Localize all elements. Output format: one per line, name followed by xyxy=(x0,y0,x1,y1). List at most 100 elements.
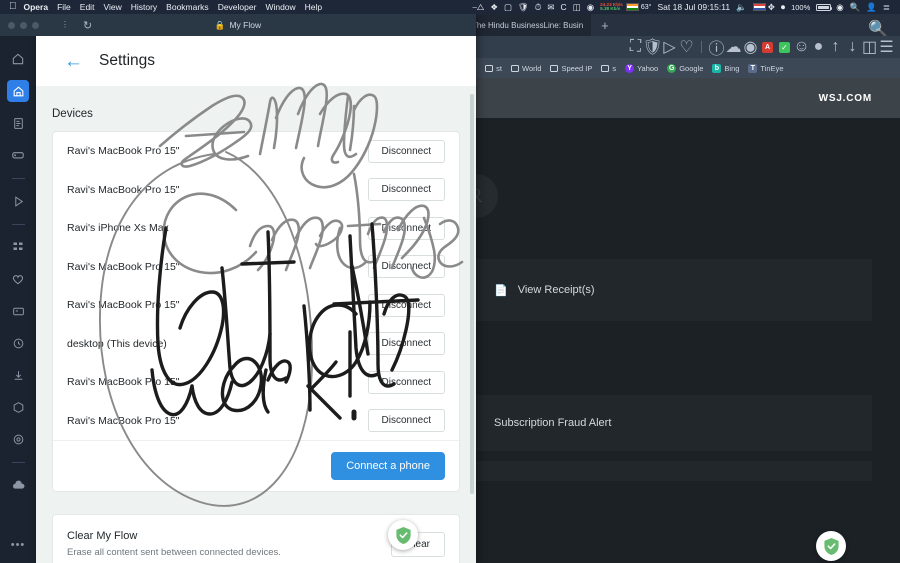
user-icon[interactable]: 👤 xyxy=(866,2,877,13)
macos-menubar:  Opera File Edit View History Bookmarks… xyxy=(0,0,900,14)
sidebar-item-extensions[interactable] xyxy=(7,396,29,418)
cloud-icon[interactable]: ☁ xyxy=(726,39,742,56)
chat-icon[interactable]: ✉ xyxy=(547,2,554,13)
heart-icon[interactable]: ♡ xyxy=(679,39,693,56)
toggle-icon[interactable]: ◫ xyxy=(862,39,877,56)
control-center-icon[interactable]: ≣ xyxy=(883,2,890,13)
menu-edit[interactable]: Edit xyxy=(80,2,95,12)
menu-app-name[interactable]: Opera xyxy=(24,2,49,12)
camera-icon[interactable]: ⛶ xyxy=(630,38,641,55)
fraud-alert-card[interactable]: Subscription Fraud Alert xyxy=(476,395,872,451)
clock-icon[interactable]: ⏱ xyxy=(535,2,542,13)
battery-icon[interactable] xyxy=(816,3,833,11)
sidebar-item-home[interactable] xyxy=(7,48,29,70)
bookmark-item[interactable]: st xyxy=(485,64,502,73)
opera-icon[interactable]: ◉ xyxy=(836,2,843,13)
adguard-badge-panel[interactable] xyxy=(388,520,418,550)
disconnect-button[interactable]: Disconnect xyxy=(367,293,445,317)
menu-window[interactable]: Window xyxy=(265,2,295,12)
bookmark-item[interactable]: Y Yahoo xyxy=(625,63,658,73)
folder-icon xyxy=(601,64,610,72)
send-icon[interactable]: ▷ xyxy=(663,39,675,56)
bookmark-label: Speed IP xyxy=(561,63,593,73)
google-icon: G xyxy=(667,63,677,73)
new-tab-button[interactable]: + xyxy=(601,19,609,32)
shield-icon[interactable]: 🛡 xyxy=(642,39,662,56)
table-row: Ravi's iPhone Xs Max Disconnect xyxy=(53,209,459,248)
menu-history[interactable]: History xyxy=(131,2,157,12)
toolbar-divider xyxy=(701,41,702,53)
apple-icon[interactable]:  xyxy=(9,2,17,12)
sidebar-item-messenger[interactable] xyxy=(7,300,29,322)
wifi-icon[interactable]: ⏺ xyxy=(781,2,785,13)
download-icon[interactable]: ↓ xyxy=(847,38,858,55)
sidebar-divider xyxy=(11,224,25,225)
copy-icon[interactable]: C xyxy=(561,2,567,12)
card-label: View Receipt(s) xyxy=(517,284,595,296)
sidebar-item-history[interactable] xyxy=(7,332,29,354)
table-row: Ravi's MacBook Pro 15" Disconnect xyxy=(53,132,459,171)
upload-icon[interactable]: ↑ xyxy=(830,38,841,55)
devices-card-footer: Connect a phone xyxy=(53,440,459,491)
adguard-badge-background[interactable] xyxy=(816,531,846,561)
shield-icon[interactable]: 🛡 xyxy=(518,2,529,13)
sidebar-item-player[interactable] xyxy=(7,190,29,212)
bookmark-item[interactable]: G Google xyxy=(667,63,703,73)
battery-percent: 100% xyxy=(791,2,811,12)
shield-icon xyxy=(823,537,839,555)
vpn-icon[interactable]: ◉ xyxy=(744,39,758,56)
bluetooth-icon[interactable]: ✥ xyxy=(768,2,775,13)
menu-help[interactable]: Help xyxy=(305,2,322,12)
mask-icon[interactable]: ☺ xyxy=(793,38,809,55)
info-icon[interactable]: ⓘ xyxy=(709,41,725,58)
sidebar-item-downloads[interactable] xyxy=(7,364,29,386)
airplay-icon[interactable]: ⎯△ xyxy=(472,2,484,13)
bookmark-item[interactable]: T TinEye xyxy=(748,63,784,73)
menu-icon[interactable]: ☰ xyxy=(879,39,893,56)
menu-bookmarks[interactable]: Bookmarks xyxy=(166,2,209,12)
india-flag-icon xyxy=(625,3,639,11)
disconnect-button[interactable]: Disconnect xyxy=(367,178,445,202)
sidebar-item-my-flow[interactable] xyxy=(7,80,29,102)
sidebar-more-button[interactable]: ••• xyxy=(11,540,26,551)
disconnect-button[interactable]: Disconnect xyxy=(367,139,445,163)
trash-icon[interactable]: ▢ xyxy=(504,2,512,13)
globe-icon[interactable]: ◉ xyxy=(587,2,594,13)
disconnect-button[interactable]: Disconnect xyxy=(367,216,445,240)
panel-scrollbar[interactable] xyxy=(470,94,474,494)
bookmark-item[interactable]: s xyxy=(601,64,616,73)
sidebar-item-gaming[interactable] xyxy=(7,144,29,166)
check-green-icon[interactable]: ✓ xyxy=(779,41,790,53)
keyboard-flag-icon[interactable] xyxy=(752,3,766,11)
ghost-icon[interactable]: ● xyxy=(813,38,824,55)
connect-phone-button[interactable]: Connect a phone xyxy=(331,452,445,480)
disconnect-button[interactable]: Disconnect xyxy=(367,332,445,356)
folder-icon xyxy=(485,64,494,72)
bookmark-item[interactable]: World xyxy=(511,64,541,73)
disconnect-button[interactable]: Disconnect xyxy=(367,255,445,279)
grid-icon[interactable]: ◫ xyxy=(573,2,581,13)
bookmark-item[interactable]: Speed IP xyxy=(550,64,592,73)
disconnect-button[interactable]: Disconnect xyxy=(367,370,445,394)
sidebar-item-news[interactable] xyxy=(7,112,29,134)
sidebar-item-workspaces[interactable] xyxy=(7,236,29,258)
volume-icon[interactable]: 🔈 xyxy=(736,2,747,13)
bookmark-label: Bing xyxy=(724,63,740,73)
spotlight-search-icon[interactable]: 🔍 xyxy=(850,2,861,13)
menu-developer[interactable]: Developer xyxy=(218,2,257,12)
device-name-current: desktop (This device) xyxy=(67,337,167,350)
adblock-red-icon[interactable]: A xyxy=(762,41,773,53)
sidebar-item-settings[interactable] xyxy=(7,428,29,450)
flow-window-title-area: 🔒 My Flow xyxy=(0,20,476,31)
device-name: Ravi's MacBook Pro 15" xyxy=(67,145,180,158)
view-receipts-card[interactable]: 📄 View Receipt(s) xyxy=(476,259,872,321)
dropbox-icon[interactable]: ❖ xyxy=(490,2,498,13)
sidebar-item-cloud[interactable] xyxy=(7,474,29,496)
bookmark-item[interactable]: b Bing xyxy=(712,63,740,73)
menu-view[interactable]: View xyxy=(103,2,121,12)
menubar-clock[interactable]: Sat 18 Jul 09:15:11 xyxy=(657,2,730,12)
disconnect-button[interactable]: Disconnect xyxy=(367,409,445,433)
back-arrow-icon[interactable]: ← xyxy=(64,52,83,71)
menu-file[interactable]: File xyxy=(57,2,71,12)
sidebar-item-favorites[interactable] xyxy=(7,268,29,290)
